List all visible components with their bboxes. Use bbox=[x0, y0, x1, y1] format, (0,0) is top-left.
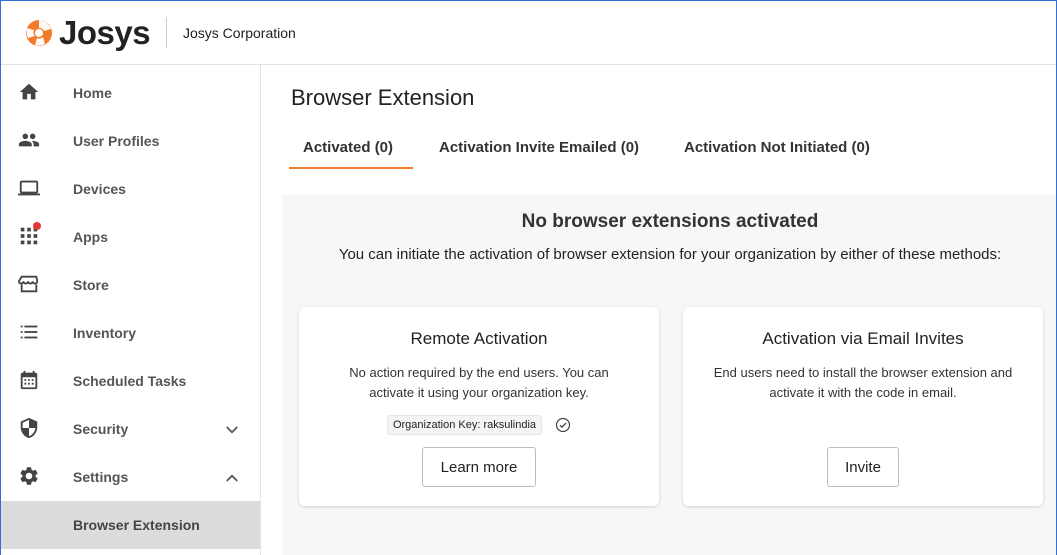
people-icon bbox=[18, 133, 40, 147]
empty-state-title: No browser extensions activated bbox=[521, 211, 819, 232]
sidebar-item-scheduled-tasks[interactable]: Scheduled Tasks bbox=[1, 357, 260, 405]
sidebar-item-label: Store bbox=[73, 277, 109, 293]
card-title: Activation via Email Invites bbox=[762, 329, 964, 348]
sidebar-item-label: Security bbox=[73, 421, 129, 437]
sidebar-item-label: Inventory bbox=[73, 325, 137, 341]
learn-more-button[interactable]: Learn more bbox=[422, 447, 536, 487]
tab-activation-invite-emailed[interactable]: Activation Invite Emailed (0) bbox=[439, 135, 639, 169]
card-description: End users need to install the browser ex… bbox=[713, 365, 1013, 400]
sidebar-item-label: Settings bbox=[73, 469, 129, 485]
list-icon bbox=[20, 325, 38, 339]
sidebar-item-label: Apps bbox=[73, 229, 108, 245]
calendar-icon bbox=[20, 370, 38, 390]
empty-state-panel: No browser extensions activated You can … bbox=[282, 195, 1056, 555]
home-icon bbox=[19, 83, 39, 100]
sidebar-item-store[interactable]: Store bbox=[1, 261, 260, 309]
card-title: Remote Activation bbox=[410, 329, 548, 348]
sidebar-item-apps[interactable]: Apps bbox=[1, 213, 260, 261]
sidebar-item-home[interactable]: Home bbox=[1, 69, 260, 117]
sidebar-item-devices[interactable]: Devices bbox=[1, 165, 260, 213]
header-divider bbox=[166, 17, 167, 48]
sidebar: Home User Profiles Devices Apps Store In… bbox=[1, 65, 261, 555]
sidebar-item-label: Home bbox=[73, 85, 112, 101]
josys-logo-mark-icon bbox=[26, 20, 52, 46]
sidebar-item-inventory[interactable]: Inventory bbox=[1, 309, 260, 357]
sidebar-item-user-profiles[interactable]: User Profiles bbox=[1, 117, 260, 165]
chevron-up-icon[interactable] bbox=[223, 469, 241, 487]
empty-state-subtitle: You can initiate the activation of brows… bbox=[338, 246, 1002, 263]
check-circle-icon bbox=[555, 417, 571, 433]
organization-key-chip[interactable]: Organization Key: raksulindia bbox=[386, 415, 543, 435]
app-window: Josys Josys Corporation Home User Profil… bbox=[0, 0, 1057, 555]
tab-activated[interactable]: Activated (0) bbox=[289, 135, 413, 169]
tab-activation-not-initiated[interactable]: Activation Not Initiated (0) bbox=[684, 135, 870, 169]
organization-key-row: Organization Key: raksulindia bbox=[299, 415, 659, 435]
sidebar-item-browser-extension[interactable]: Browser Extension bbox=[1, 501, 260, 549]
shield-icon bbox=[20, 417, 38, 439]
gear-icon bbox=[20, 467, 38, 485]
remote-activation-card: Remote Activation No action required by … bbox=[299, 307, 659, 506]
chevron-down-icon[interactable] bbox=[223, 421, 241, 439]
notification-dot bbox=[33, 222, 41, 230]
brand-name: Josys bbox=[59, 14, 151, 51]
sidebar-item-security[interactable]: Security bbox=[1, 405, 260, 453]
sidebar-item-label: Scheduled Tasks bbox=[73, 373, 187, 389]
sidebar-item-settings[interactable]: Settings bbox=[1, 453, 260, 501]
top-header: Josys Josys Corporation bbox=[1, 1, 1056, 65]
invite-button[interactable]: Invite bbox=[827, 447, 899, 487]
store-icon bbox=[18, 275, 39, 293]
organization-name: Josys Corporation bbox=[183, 25, 296, 41]
page-title: Browser Extension bbox=[291, 85, 475, 110]
sidebar-item-label: Devices bbox=[73, 181, 126, 197]
josys-logo[interactable]: Josys bbox=[25, 14, 151, 51]
main-content: Browser Extension Activated (0) Activati… bbox=[262, 65, 1056, 555]
sidebar-item-label: User Profiles bbox=[73, 133, 160, 149]
sidebar-item-label: Browser Extension bbox=[73, 517, 200, 533]
email-invite-card: Activation via Email Invites End users n… bbox=[683, 307, 1043, 506]
card-description: No action required by the end users. You… bbox=[349, 365, 609, 400]
laptop-icon bbox=[18, 180, 40, 196]
